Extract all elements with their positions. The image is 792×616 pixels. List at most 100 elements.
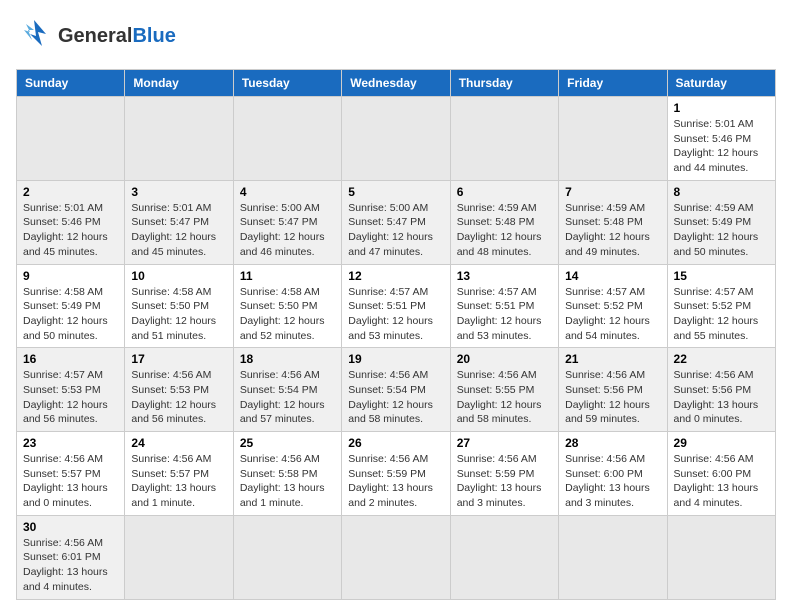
- calendar-cell: 10Sunrise: 4:58 AM Sunset: 5:50 PM Dayli…: [125, 264, 233, 348]
- day-number: 20: [457, 352, 552, 366]
- calendar-cell: [450, 97, 558, 181]
- calendar-cell: 12Sunrise: 4:57 AM Sunset: 5:51 PM Dayli…: [342, 264, 450, 348]
- day-info: Sunrise: 4:56 AM Sunset: 5:57 PM Dayligh…: [23, 452, 118, 511]
- day-number: 14: [565, 269, 660, 283]
- calendar-cell: [125, 97, 233, 181]
- calendar-cell: 9Sunrise: 4:58 AM Sunset: 5:49 PM Daylig…: [17, 264, 125, 348]
- calendar-cell: 3 Sunrise: 5:01 AM Sunset: 5:47 PM Daylig…: [125, 180, 233, 264]
- calendar-cell: 11 Sunrise: 4:58 AM Sunset: 5:50 PM Dayli…: [233, 264, 341, 348]
- day-info: Sunrise: 5:00 AM Sunset: 5:47 PM Dayligh…: [348, 201, 443, 260]
- day-number: 18: [240, 352, 335, 366]
- calendar-cell: 24 Sunrise: 4:56 AM Sunset: 5:57 PM Dayli…: [125, 432, 233, 516]
- day-info: Sunrise: 4:59 AM Sunset: 5:48 PM Dayligh…: [565, 201, 660, 260]
- day-info: Sunrise: 4:56 AM Sunset: 5:56 PM Dayligh…: [565, 368, 660, 427]
- calendar-table: SundayMondayTuesdayWednesdayThursdayFrid…: [16, 69, 776, 600]
- calendar-cell: 2 Sunrise: 5:01 AM Sunset: 5:46 PM Daylig…: [17, 180, 125, 264]
- day-info: Sunrise: 4:58 AM Sunset: 5:50 PM Dayligh…: [240, 285, 335, 344]
- day-number: 4: [240, 185, 335, 199]
- day-info: Sunrise: 4:56 AM Sunset: 6:00 PM Dayligh…: [565, 452, 660, 511]
- calendar-cell: [233, 515, 341, 599]
- calendar-cell: 18 Sunrise: 4:56 AM Sunset: 5:54 PM Dayli…: [233, 348, 341, 432]
- day-info: Sunrise: 4:56 AM Sunset: 5:57 PM Dayligh…: [131, 452, 226, 511]
- day-info: Sunrise: 4:57 AM Sunset: 5:52 PM Dayligh…: [674, 285, 769, 344]
- day-info: Sunrise: 4:59 AM Sunset: 5:49 PM Dayligh…: [674, 201, 769, 260]
- weekday-header-wednesday: Wednesday: [342, 70, 450, 97]
- day-number: 28: [565, 436, 660, 450]
- calendar-week-6: 30Sunrise: 4:56 AM Sunset: 6:01 PM Dayli…: [17, 515, 776, 599]
- page-header: GeneralBlue: [16, 16, 776, 57]
- weekday-header-saturday: Saturday: [667, 70, 775, 97]
- weekday-header-sunday: Sunday: [17, 70, 125, 97]
- day-number: 22: [674, 352, 769, 366]
- day-number: 9: [23, 269, 118, 283]
- day-number: 7: [565, 185, 660, 199]
- calendar-cell: 27 Sunrise: 4:56 AM Sunset: 5:59 PM Dayli…: [450, 432, 558, 516]
- calendar-week-1: 1Sunrise: 5:01 AM Sunset: 5:46 PM Daylig…: [17, 97, 776, 181]
- calendar-cell: [342, 515, 450, 599]
- calendar-cell: 28 Sunrise: 4:56 AM Sunset: 6:00 PM Dayli…: [559, 432, 667, 516]
- day-number: 23: [23, 436, 118, 450]
- day-number: 6: [457, 185, 552, 199]
- calendar-cell: 6Sunrise: 4:59 AM Sunset: 5:48 PM Daylig…: [450, 180, 558, 264]
- logo-text: GeneralBlue: [58, 25, 176, 48]
- day-info: Sunrise: 4:57 AM Sunset: 5:53 PM Dayligh…: [23, 368, 118, 427]
- day-info: Sunrise: 4:56 AM Sunset: 5:56 PM Dayligh…: [674, 368, 769, 427]
- day-info: Sunrise: 4:56 AM Sunset: 5:58 PM Dayligh…: [240, 452, 335, 511]
- calendar-cell: 26Sunrise: 4:56 AM Sunset: 5:59 PM Dayli…: [342, 432, 450, 516]
- day-number: 8: [674, 185, 769, 199]
- calendar-cell: 17 Sunrise: 4:56 AM Sunset: 5:53 PM Dayli…: [125, 348, 233, 432]
- calendar-cell: 4 Sunrise: 5:00 AM Sunset: 5:47 PM Daylig…: [233, 180, 341, 264]
- day-number: 27: [457, 436, 552, 450]
- day-info: Sunrise: 4:56 AM Sunset: 5:53 PM Dayligh…: [131, 368, 226, 427]
- day-number: 19: [348, 352, 443, 366]
- day-number: 25: [240, 436, 335, 450]
- calendar-week-5: 23 Sunrise: 4:56 AM Sunset: 5:57 PM Dayli…: [17, 432, 776, 516]
- day-number: 26: [348, 436, 443, 450]
- calendar-cell: [342, 97, 450, 181]
- day-number: 11: [240, 269, 335, 283]
- calendar-cell: 7 Sunrise: 4:59 AM Sunset: 5:48 PM Daylig…: [559, 180, 667, 264]
- day-number: 1: [674, 101, 769, 115]
- day-info: Sunrise: 4:56 AM Sunset: 5:55 PM Dayligh…: [457, 368, 552, 427]
- weekday-header-tuesday: Tuesday: [233, 70, 341, 97]
- weekday-header-row: SundayMondayTuesdayWednesdayThursdayFrid…: [17, 70, 776, 97]
- day-info: Sunrise: 4:57 AM Sunset: 5:51 PM Dayligh…: [457, 285, 552, 344]
- calendar-cell: 16Sunrise: 4:57 AM Sunset: 5:53 PM Dayli…: [17, 348, 125, 432]
- logo-bird-icon: [16, 16, 52, 57]
- calendar-cell: 8 Sunrise: 4:59 AM Sunset: 5:49 PM Daylig…: [667, 180, 775, 264]
- calendar-cell: 22 Sunrise: 4:56 AM Sunset: 5:56 PM Dayli…: [667, 348, 775, 432]
- day-info: Sunrise: 5:00 AM Sunset: 5:47 PM Dayligh…: [240, 201, 335, 260]
- day-info: Sunrise: 5:01 AM Sunset: 5:46 PM Dayligh…: [23, 201, 118, 260]
- calendar-cell: 5 Sunrise: 5:00 AM Sunset: 5:47 PM Daylig…: [342, 180, 450, 264]
- day-number: 15: [674, 269, 769, 283]
- calendar-cell: 14Sunrise: 4:57 AM Sunset: 5:52 PM Dayli…: [559, 264, 667, 348]
- calendar-cell: 25 Sunrise: 4:56 AM Sunset: 5:58 PM Dayli…: [233, 432, 341, 516]
- calendar-cell: [17, 97, 125, 181]
- logo: GeneralBlue: [16, 16, 176, 57]
- day-info: Sunrise: 4:57 AM Sunset: 5:51 PM Dayligh…: [348, 285, 443, 344]
- calendar-cell: 21Sunrise: 4:56 AM Sunset: 5:56 PM Dayli…: [559, 348, 667, 432]
- calendar-week-4: 16Sunrise: 4:57 AM Sunset: 5:53 PM Dayli…: [17, 348, 776, 432]
- day-number: 29: [674, 436, 769, 450]
- day-number: 24: [131, 436, 226, 450]
- weekday-header-thursday: Thursday: [450, 70, 558, 97]
- calendar-cell: [450, 515, 558, 599]
- calendar-week-2: 2 Sunrise: 5:01 AM Sunset: 5:46 PM Daylig…: [17, 180, 776, 264]
- weekday-header-monday: Monday: [125, 70, 233, 97]
- day-number: 5: [348, 185, 443, 199]
- day-info: Sunrise: 4:56 AM Sunset: 6:01 PM Dayligh…: [23, 536, 118, 595]
- calendar-cell: 23 Sunrise: 4:56 AM Sunset: 5:57 PM Dayli…: [17, 432, 125, 516]
- day-number: 17: [131, 352, 226, 366]
- calendar-cell: 20 Sunrise: 4:56 AM Sunset: 5:55 PM Dayli…: [450, 348, 558, 432]
- day-info: Sunrise: 4:56 AM Sunset: 5:59 PM Dayligh…: [457, 452, 552, 511]
- day-info: Sunrise: 5:01 AM Sunset: 5:47 PM Dayligh…: [131, 201, 226, 260]
- calendar-cell: 19 Sunrise: 4:56 AM Sunset: 5:54 PM Dayli…: [342, 348, 450, 432]
- day-number: 3: [131, 185, 226, 199]
- day-number: 2: [23, 185, 118, 199]
- day-info: Sunrise: 4:58 AM Sunset: 5:50 PM Dayligh…: [131, 285, 226, 344]
- day-info: Sunrise: 4:56 AM Sunset: 6:00 PM Dayligh…: [674, 452, 769, 511]
- day-number: 13: [457, 269, 552, 283]
- day-info: Sunrise: 4:56 AM Sunset: 5:54 PM Dayligh…: [348, 368, 443, 427]
- calendar-week-3: 9Sunrise: 4:58 AM Sunset: 5:49 PM Daylig…: [17, 264, 776, 348]
- day-info: Sunrise: 4:56 AM Sunset: 5:54 PM Dayligh…: [240, 368, 335, 427]
